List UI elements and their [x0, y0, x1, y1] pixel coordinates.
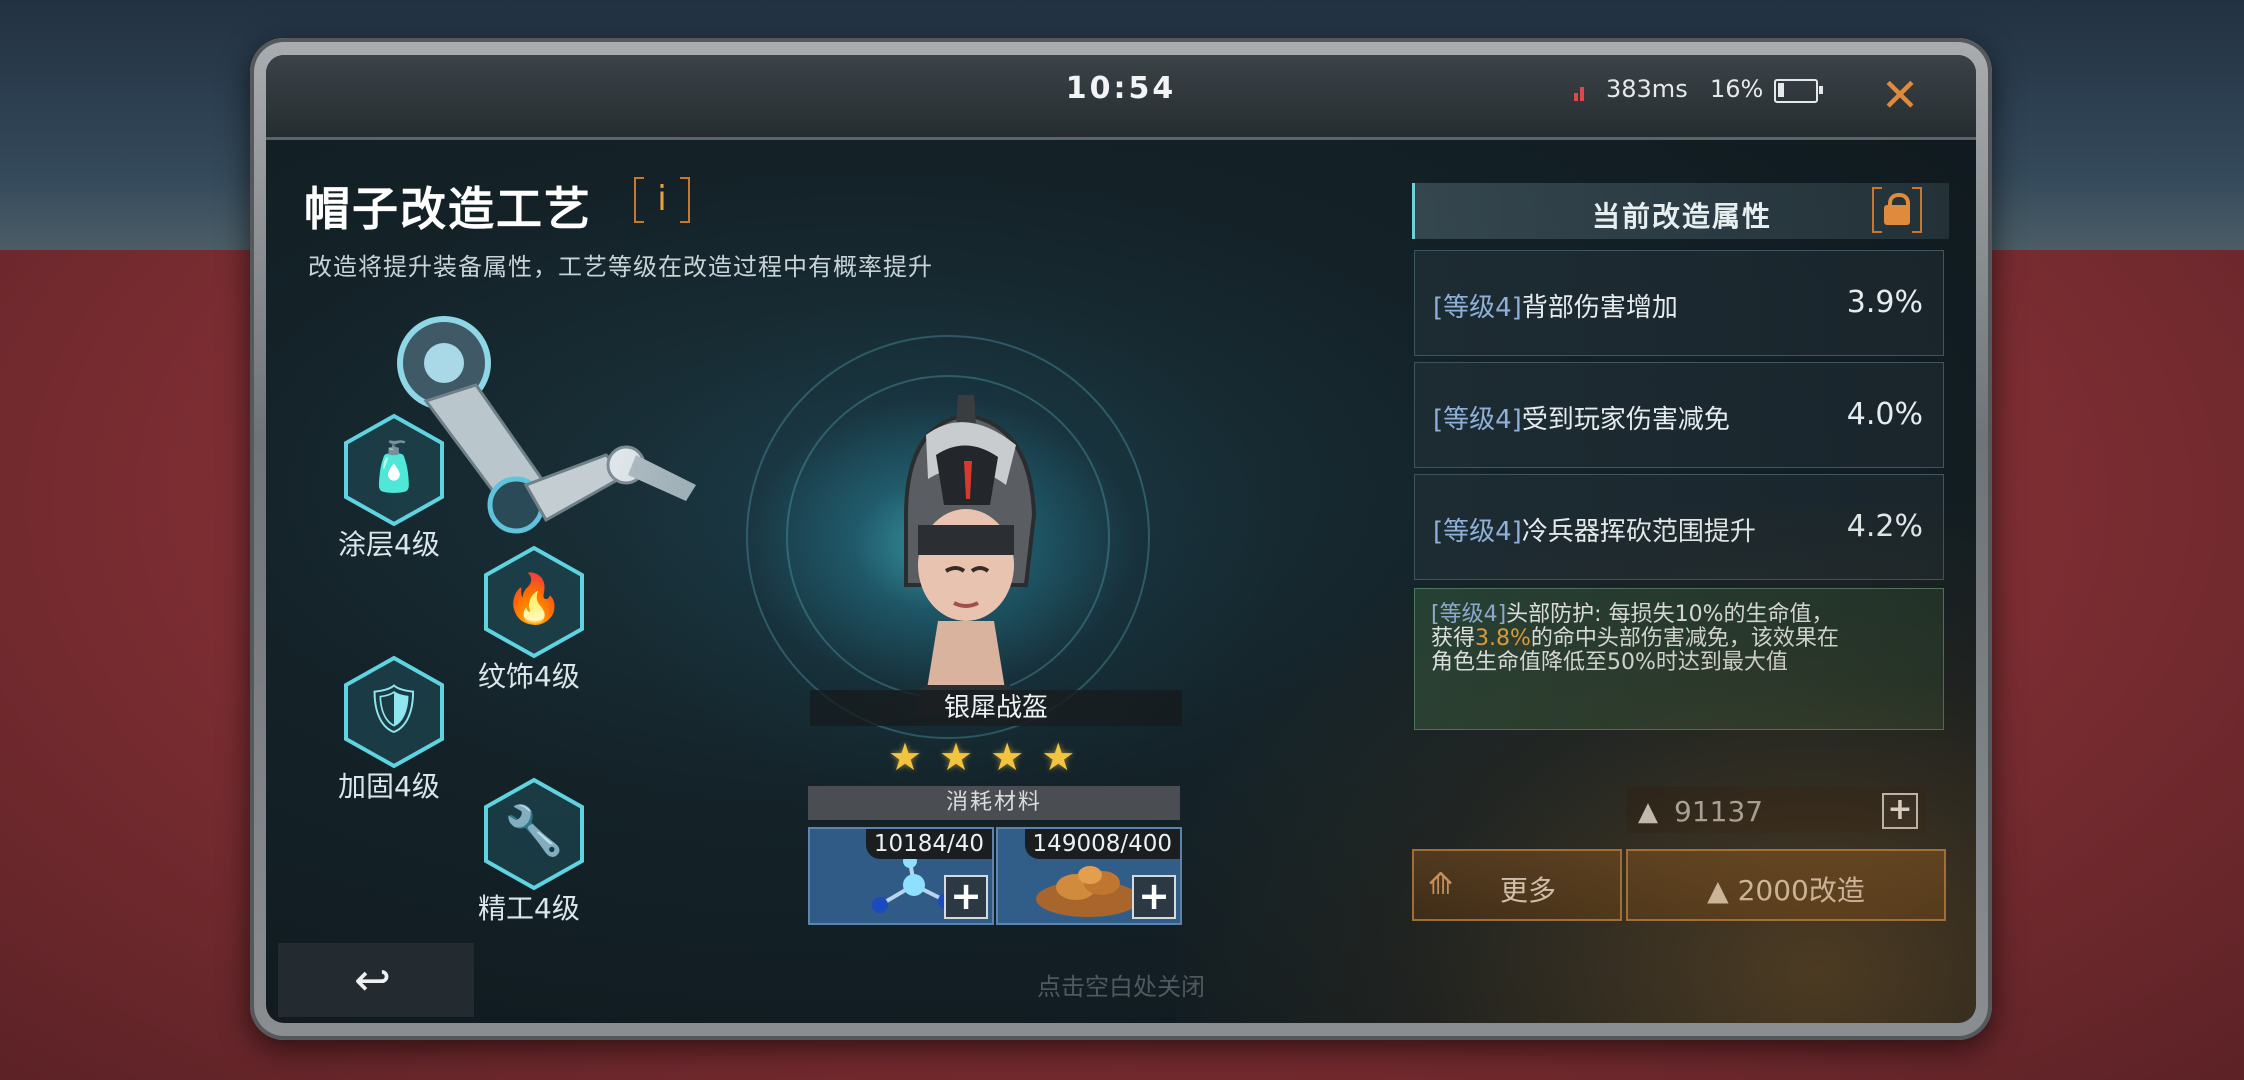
attribute-row: [等级4]背部伤害增加 3.9% — [1414, 250, 1944, 356]
battery-percent: 16% — [1710, 75, 1764, 103]
craft-reinforce-label: 加固4级 — [338, 770, 440, 803]
copper-ore-icon — [1036, 866, 1140, 917]
close-icon[interactable]: ✕ — [1870, 65, 1930, 125]
close-hint: 点击空白处关闭 — [1037, 973, 1205, 1001]
add-material-button[interactable]: + — [944, 875, 988, 919]
attribute-row: [等级4]冷兵器挥砍范围提升 4.2% — [1414, 474, 1944, 580]
status-bar: 10:54 383ms 16% ✕ — [266, 55, 1976, 140]
craft-coating[interactable]: 🧴 — [336, 412, 452, 528]
info-button[interactable]: i — [634, 177, 690, 223]
more-label: 更多 — [1500, 874, 1557, 907]
attribute-value: 4.2% — [1846, 509, 1923, 544]
page-subtitle: 改造将提升装备属性，工艺等级在改造过程中有概率提升 — [308, 253, 933, 281]
craft-coating-label: 涂层4级 — [338, 528, 440, 561]
flame-emblem-icon: 🔥 — [504, 571, 564, 627]
signal-icon — [1574, 81, 1588, 101]
modification-window: 10:54 383ms 16% ✕ 帽子改造工艺 i 改造将提升装备属性，工艺等… — [266, 55, 1976, 1023]
precision-tool-icon: 🔧 — [504, 803, 564, 859]
attribute-name: [等级4]冷兵器挥砍范围提升 — [1433, 517, 1756, 547]
attribute-name: [等级4]受到玩家伤害减免 — [1433, 405, 1730, 435]
currency-icon: ▲ — [1638, 797, 1658, 827]
material-count: 10184/40 — [865, 829, 992, 859]
attributes-title: 当前改造属性 — [1591, 200, 1772, 233]
materials-header: 消耗材料 — [808, 786, 1180, 820]
star-icon: ★ — [939, 735, 974, 779]
add-material-button[interactable]: + — [1132, 875, 1176, 919]
modify-label: ▲ 2000改造 — [1707, 874, 1865, 907]
special-attribute: [等级4]头部防护: 每损失10%的生命值，获得3.8%的命中头部伤害减免，该效… — [1414, 588, 1944, 730]
attribute-name: [等级4]背部伤害增加 — [1433, 293, 1678, 323]
ping-value: 383ms — [1606, 75, 1688, 103]
star-icon: ★ — [990, 735, 1025, 779]
currency-amount: 91137 — [1674, 795, 1764, 828]
more-button[interactable]: ⟰ 更多 — [1412, 849, 1622, 921]
material-slot-copper[interactable]: 149008/400 + — [996, 827, 1182, 925]
attribute-value: 4.0% — [1846, 397, 1923, 432]
attributes-header: 当前改造属性 — [1412, 183, 1949, 239]
spray-can-icon: 🧴 — [364, 439, 424, 495]
star-icon: ★ — [1041, 735, 1076, 779]
armor-plate-icon: 🛡 — [363, 681, 425, 737]
craft-pattern-label: 纹饰4级 — [478, 660, 580, 693]
special-attribute-text: [等级4]头部防护: 每损失10%的生命值，获得3.8%的命中头部伤害减免，该效… — [1431, 602, 1839, 675]
craft-precision[interactable]: 🔧 — [476, 776, 592, 892]
item-name: 银犀战盔 — [810, 690, 1182, 726]
star-icon: ★ — [887, 735, 923, 779]
modify-button[interactable]: ▲ 2000改造 — [1626, 849, 1946, 921]
craft-reinforce[interactable]: 🛡 — [336, 654, 452, 770]
chevron-up-icon: ⟰ — [1428, 867, 1454, 902]
page-title: 帽子改造工艺 — [304, 182, 592, 236]
add-currency-button[interactable]: + — [1882, 793, 1918, 829]
item-stars: ★ ★ ★ ★ — [882, 737, 1122, 777]
material-slot-molecule[interactable]: 10184/40 + — [808, 827, 994, 925]
lock-icon[interactable] — [1872, 187, 1922, 233]
attribute-value: 3.9% — [1846, 285, 1923, 320]
battery-icon — [1774, 79, 1823, 103]
craft-pattern[interactable]: 🔥 — [476, 544, 592, 660]
battery-fill — [1778, 83, 1784, 97]
currency-display: ▲ 91137 + — [1626, 787, 1926, 833]
craft-precision-label: 精工4级 — [478, 892, 580, 925]
material-count: 149008/400 — [1024, 829, 1180, 859]
attribute-row: [等级4]受到玩家伤害减免 4.0% — [1414, 362, 1944, 468]
helmet-model — [904, 395, 1037, 715]
